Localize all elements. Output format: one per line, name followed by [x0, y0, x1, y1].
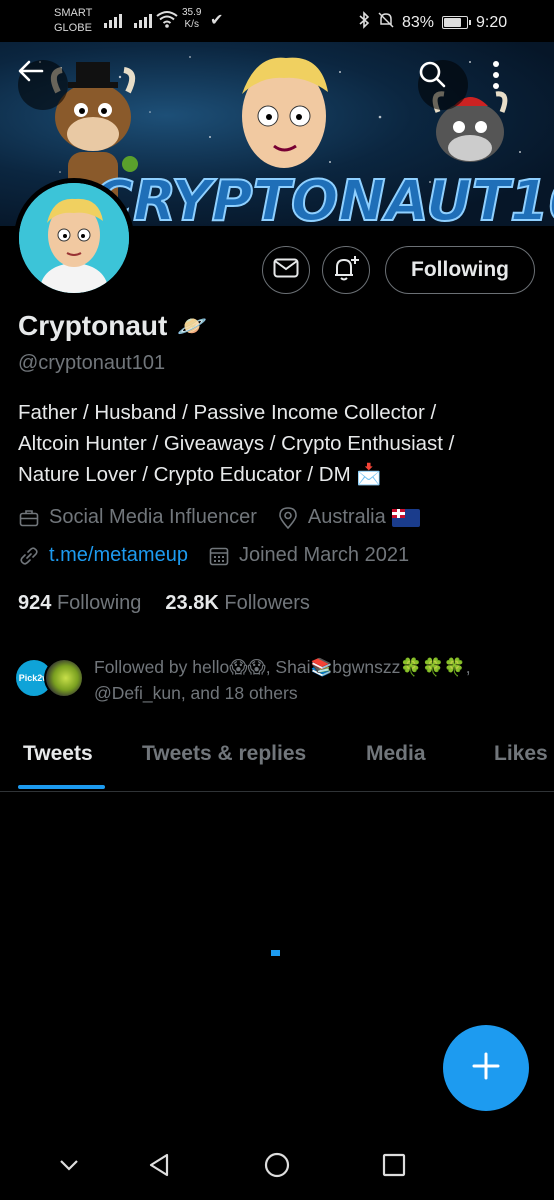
- nav-back-button[interactable]: [142, 1150, 176, 1184]
- following-count-link[interactable]: 924 Following: [18, 592, 141, 615]
- chevron-down-icon: [59, 1158, 79, 1176]
- system-navigation-bar: [0, 1130, 554, 1200]
- back-button[interactable]: [18, 60, 68, 110]
- mute-bell-icon: [378, 11, 394, 34]
- search-button[interactable]: [418, 60, 468, 110]
- plus-icon: [471, 1051, 501, 1086]
- network-speed: 35.9 K/s: [182, 7, 202, 30]
- battery-percent: 83%: [402, 13, 435, 31]
- tab-tweets[interactable]: Tweets: [23, 742, 93, 766]
- tab-media[interactable]: Media: [366, 742, 426, 766]
- profile-location: Australia: [307, 506, 386, 528]
- nav-home-button[interactable]: [260, 1150, 294, 1184]
- calendar-icon: [208, 545, 230, 567]
- signal-icon-2: [134, 12, 152, 28]
- check-icon: ✔: [210, 12, 224, 29]
- followed-by-text: Followed by hello😱😱, Shai📚bgwnszz🍀🍀🍀, @D…: [94, 657, 471, 703]
- profile-meta-row-1: Social Media Influencer Australia: [18, 506, 420, 529]
- tab-tweets-replies[interactable]: Tweets & replies: [142, 742, 306, 766]
- envelope-icon: [273, 258, 299, 283]
- profile-name: Cryptonaut 🪐: [18, 310, 207, 342]
- nav-recents-button[interactable]: [377, 1150, 411, 1184]
- location-pin-icon: [277, 506, 299, 529]
- display-name: Cryptonaut: [18, 310, 168, 341]
- circle-home-icon: [264, 1152, 290, 1183]
- battery-icon: [442, 16, 472, 29]
- following-button[interactable]: Following: [385, 246, 535, 294]
- follow-counts: 924 Following 23.8K Followers: [18, 592, 310, 615]
- square-recents-icon: [382, 1153, 406, 1182]
- svg-text:CRYPTONAUT101: CRYPTONAUT101: [92, 169, 554, 226]
- profile-handle: @cryptonaut101: [18, 352, 166, 374]
- briefcase-icon: [18, 507, 40, 529]
- triangle-back-icon: [148, 1153, 170, 1182]
- profile-avatar[interactable]: [14, 178, 134, 298]
- clock: 9:20: [476, 13, 508, 31]
- profile-joined-date: Joined March 2021: [238, 544, 410, 566]
- followers-count-link[interactable]: 23.8K Followers: [165, 592, 310, 615]
- follower-avatar-2: [44, 658, 84, 698]
- planet-emoji: 🪐: [177, 312, 208, 340]
- message-button[interactable]: [262, 246, 310, 294]
- more-options-button[interactable]: [492, 60, 532, 110]
- tab-likes[interactable]: Likes: [494, 742, 548, 766]
- loading-indicator: [271, 950, 280, 956]
- link-icon: [18, 545, 40, 567]
- profile-category: Social Media Influencer: [49, 506, 257, 528]
- bell-plus-icon: [332, 254, 360, 287]
- profile-meta-row-2: t.me/metameup Joined March 2021: [18, 544, 409, 567]
- wifi-icon: [156, 10, 178, 33]
- profile-bio: Father / Husband / Passive Income Collec…: [18, 401, 455, 486]
- status-bar: SMART GLOBE 35.9 K/s ✔ 83% 9:20: [0, 0, 554, 42]
- bluetooth-icon: [358, 11, 370, 34]
- cartoon-face: [242, 57, 328, 168]
- avatar-image: [19, 183, 129, 293]
- profile-tabs: Tweets Tweets & replies Media Likes: [0, 730, 554, 792]
- nav-collapse-button[interactable]: [52, 1150, 86, 1184]
- carrier-label: SMART GLOBE: [54, 7, 93, 34]
- compose-tweet-button[interactable]: [443, 1025, 529, 1111]
- notifications-button[interactable]: [322, 246, 370, 294]
- active-tab-indicator: [18, 785, 105, 789]
- signal-icon: [104, 12, 122, 28]
- profile-website-link[interactable]: t.me/metameup: [49, 544, 188, 567]
- australia-flag-icon: [391, 508, 420, 527]
